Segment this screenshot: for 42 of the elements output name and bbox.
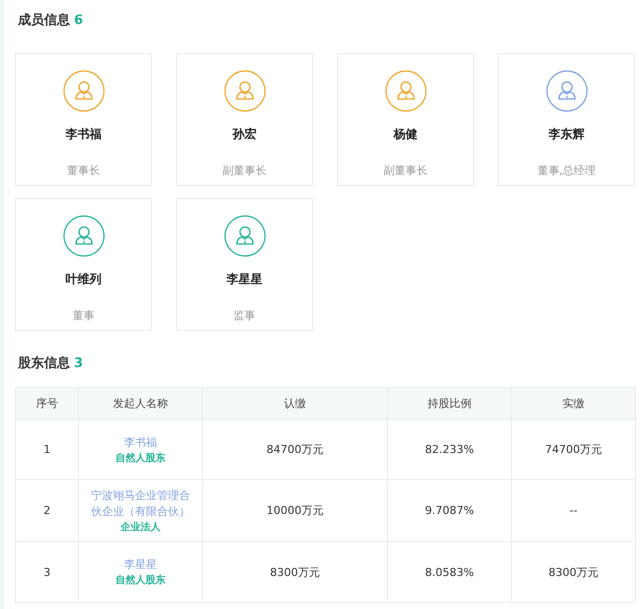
member-role: 副董事长 — [384, 163, 428, 178]
column-header: 认缴 — [202, 388, 388, 420]
member-role: 监事 — [234, 308, 256, 323]
member-name: 杨健 — [394, 126, 418, 143]
table-cell: 10000万元 — [202, 480, 388, 542]
table-cell: 8.0583% — [388, 542, 512, 602]
member-role: 董事,总经理 — [537, 163, 596, 178]
column-header: 序号 — [16, 388, 78, 420]
member-name: 李东辉 — [548, 126, 584, 143]
table-cell: 3 — [16, 542, 78, 602]
member-card[interactable]: 李星星 监事 — [176, 198, 313, 331]
column-header: 持股比例 — [388, 388, 512, 420]
table-cell: 9.7087% — [388, 480, 512, 542]
shareholder-count: 3 — [74, 356, 84, 370]
column-header: 发起人名称 — [78, 388, 202, 420]
section-heading: 股东信息 3 — [4, 353, 635, 373]
table-cell: 8300万元 — [202, 542, 388, 602]
member-name: 李星星 — [226, 271, 262, 288]
column-header: 实缴 — [512, 388, 636, 420]
section-heading: 成员信息 6 — [4, 10, 635, 30]
shareholder-type: 自然人股东 — [114, 451, 166, 464]
member-name: 孙宏 — [232, 126, 256, 143]
table-cell: 82.233% — [388, 420, 512, 480]
table-cell: 84700万元 — [202, 420, 388, 480]
member-role: 董事长 — [67, 163, 100, 178]
member-card[interactable]: 杨健 副董事长 — [337, 53, 474, 186]
member-card[interactable]: 李东辉 董事,总经理 — [498, 53, 635, 186]
member-name: 叶维列 — [66, 271, 102, 288]
member-role: 副董事长 — [222, 163, 266, 178]
member-count: 6 — [74, 12, 84, 28]
member-card[interactable]: 孙宏 副董事长 — [176, 53, 313, 186]
shareholder-type: 企业法人 — [120, 520, 162, 534]
shareholder-type: 自然人股东 — [114, 573, 166, 587]
table-cell: 1 — [16, 420, 78, 480]
member-role: 董事 — [72, 308, 94, 323]
table-cell: -- — [512, 480, 636, 542]
member-card[interactable]: 叶维列 董事 — [15, 198, 152, 331]
table-cell: 74700万元 — [512, 420, 636, 480]
member-name: 李书福 — [66, 126, 102, 143]
member-card[interactable]: 李书福 董事长 — [15, 53, 152, 186]
table-cell: 2 — [16, 480, 78, 542]
table-cell: 8300万元 — [512, 542, 636, 602]
